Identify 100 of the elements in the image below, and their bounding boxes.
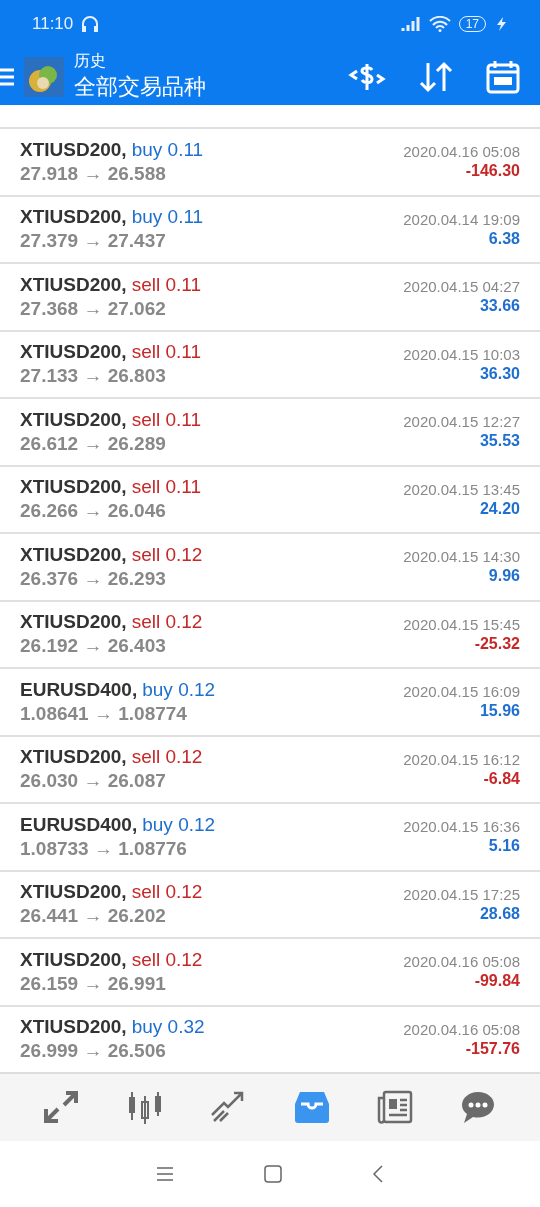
deal-profit: -157.76 bbox=[465, 1039, 520, 1058]
deal-profit: 36.30 bbox=[479, 364, 520, 383]
deal-prices: 26.612 → 26.289 bbox=[20, 432, 167, 455]
deal-row[interactable]: XTIUSD200, buy 0.11 27.379 → 27.437 2020.04.14 19:09 6.38 bbox=[0, 194, 540, 263]
deal-time: 2020.04.15 16:36 bbox=[403, 818, 520, 836]
deal-symbol: XTIUSD200, bbox=[20, 881, 127, 904]
deal-time: 2020.04.15 10:03 bbox=[403, 345, 520, 363]
deal-profit: 6.38 bbox=[488, 229, 520, 248]
wifi-icon bbox=[428, 16, 451, 32]
deal-volume: sell 0.12 bbox=[131, 543, 203, 566]
deal-symbol: XTIUSD200, bbox=[20, 273, 127, 296]
deal-time: 2020.04.16 05:08 bbox=[403, 143, 520, 161]
deal-prices: 26.030 → 26.087 bbox=[20, 770, 167, 793]
deal-prices: 26.192 → 26.403 bbox=[20, 635, 167, 658]
deal-row[interactable]: XTIUSD200, sell 0.12 26.192 → 26.403 2020.04.15 15:45 -25.32 bbox=[0, 599, 540, 668]
deal-row[interactable]: XTIUSD200, sell 0.11 26.612 → 26.289 2020.04.15 12:27 35.53 bbox=[0, 397, 540, 465]
screen-subtitle: 历史 bbox=[74, 51, 107, 72]
deal-row[interactable]: XTIUSD200, sell 0.11 27.133 → 26.803 2020.04.15 10:03 36.30 bbox=[0, 329, 540, 398]
deal-row[interactable]: XTIUSD200, buy 0.32 26.999 → 26.506 2020.04.16 05:08 -157.76 bbox=[0, 1004, 540, 1073]
deal-profit: -6.84 bbox=[483, 769, 520, 788]
deal-time: 2020.04.15 13:45 bbox=[403, 480, 520, 498]
deal-profit: 15.96 bbox=[479, 702, 520, 721]
deal-prices: 1.08733 → 1.08776 bbox=[20, 837, 188, 860]
headphones-icon bbox=[81, 15, 100, 33]
deal-time: 2020.04.15 15:45 bbox=[403, 615, 520, 633]
deal-row[interactable]: XTIUSD200, sell 0.12 26.030 → 26.087 2020.04.15 16:12 -6.84 bbox=[0, 734, 540, 803]
deal-symbol: XTIUSD200, bbox=[20, 543, 127, 566]
deal-volume: sell 0.11 bbox=[131, 341, 202, 364]
deal-symbol: EURUSD400, bbox=[20, 678, 138, 701]
deal-symbol: XTIUSD200, bbox=[20, 206, 127, 229]
deal-row[interactable]: XTIUSD200, buy 0.11 27.918 → 26.588 2020.04.16 05:08 -146.30 bbox=[0, 127, 540, 195]
deal-prices: 26.999 → 26.506 bbox=[20, 1040, 167, 1063]
deal-symbol: XTIUSD200, bbox=[20, 948, 127, 971]
deal-profit: 5.16 bbox=[488, 837, 520, 856]
deal-volume: sell 0.11 bbox=[131, 408, 202, 431]
app-logo-icon bbox=[24, 56, 64, 97]
deal-time: 2020.04.16 05:08 bbox=[403, 1020, 520, 1038]
deal-volume: sell 0.11 bbox=[131, 273, 202, 296]
deal-profit: -25.32 bbox=[474, 634, 520, 653]
deal-time: 2020.04.15 17:25 bbox=[403, 885, 520, 903]
calendar-button[interactable] bbox=[486, 59, 520, 94]
deal-volume: buy 0.11 bbox=[131, 206, 204, 229]
deal-time: 2020.04.15 12:27 bbox=[403, 413, 520, 431]
chat-bubble-icon bbox=[460, 1090, 497, 1125]
deal-symbol: EURUSD400, bbox=[20, 813, 138, 836]
deal-volume: sell 0.12 bbox=[131, 881, 203, 904]
deal-time: 2020.04.14 19:09 bbox=[403, 210, 520, 228]
deal-time: 2020.04.15 04:27 bbox=[403, 278, 520, 296]
deal-volume: buy 0.32 bbox=[131, 1016, 205, 1039]
deal-prices: 27.133 → 26.803 bbox=[20, 365, 167, 388]
deal-row[interactable]: XTIUSD200, sell 0.12 26.376 → 26.293 2020.04.15 14:30 9.96 bbox=[0, 532, 540, 600]
deal-prices: 26.159 → 26.991 bbox=[20, 972, 167, 995]
deal-profit: -99.84 bbox=[474, 972, 520, 991]
deal-row[interactable]: XTIUSD200, sell 0.11 26.266 → 26.046 2020.04.15 13:45 24.20 bbox=[0, 464, 540, 533]
deal-prices: 26.266 → 26.046 bbox=[20, 500, 167, 523]
deal-symbol: XTIUSD200, bbox=[20, 408, 127, 431]
deal-prices: 27.368 → 27.062 bbox=[20, 297, 167, 320]
deal-prices: 27.379 → 27.437 bbox=[20, 230, 167, 253]
deal-volume: sell 0.12 bbox=[131, 611, 203, 634]
deal-profit: -146.30 bbox=[465, 162, 520, 181]
newspaper-icon bbox=[376, 1090, 413, 1125]
deal-time: 2020.04.16 05:08 bbox=[403, 953, 520, 971]
candlestick-icon bbox=[127, 1090, 163, 1125]
deal-time: 2020.04.15 16:12 bbox=[403, 750, 520, 768]
deal-row[interactable]: EURUSD400, buy 0.12 1.08733 → 1.08776 2020.04.15 16:36 5.16 bbox=[0, 802, 540, 870]
deal-profit: 33.66 bbox=[479, 297, 520, 316]
deal-volume: sell 0.11 bbox=[131, 476, 202, 499]
deal-profit: 35.53 bbox=[479, 432, 520, 451]
deal-symbol: XTIUSD200, bbox=[20, 341, 127, 364]
deal-symbol: XTIUSD200, bbox=[20, 1016, 127, 1039]
inbox-icon bbox=[293, 1091, 330, 1124]
double-arrow-icon bbox=[43, 1091, 80, 1124]
deal-prices: 26.376 → 26.293 bbox=[20, 567, 167, 590]
deal-symbol: XTIUSD200, bbox=[20, 611, 127, 634]
status-time: 11:10 bbox=[32, 14, 74, 34]
deal-row[interactable]: XTIUSD200, sell 0.12 26.159 → 26.991 2020.04.16 05:08 -99.84 bbox=[0, 937, 540, 1005]
deal-volume: buy 0.12 bbox=[142, 678, 216, 701]
deal-row[interactable]: XTIUSD200, sell 0.12 26.441 → 26.202 2020.04.15 17:25 28.68 bbox=[0, 869, 540, 938]
deal-symbol: XTIUSD200, bbox=[20, 476, 127, 499]
deal-symbol: XTIUSD200, bbox=[20, 138, 127, 161]
deal-volume: buy 0.11 bbox=[131, 138, 204, 161]
back-icon[interactable] bbox=[372, 1164, 384, 1183]
deal-prices: 27.918 → 26.588 bbox=[20, 162, 167, 185]
screen-title: 全部交易品种 bbox=[74, 73, 206, 102]
signal-icon bbox=[400, 16, 421, 32]
deal-volume: buy 0.12 bbox=[142, 813, 216, 836]
deal-symbol: XTIUSD200, bbox=[20, 746, 127, 769]
home-icon[interactable] bbox=[264, 1164, 282, 1183]
deal-profit: 28.68 bbox=[479, 904, 520, 923]
sort-button[interactable] bbox=[418, 60, 454, 93]
deal-prices: 1.08641 → 1.08774 bbox=[20, 702, 188, 725]
deal-row[interactable]: EURUSD400, buy 0.12 1.08641 → 1.08774 2020.04.15 16:09 15.96 bbox=[0, 667, 540, 735]
deal-time: 2020.04.15 16:09 bbox=[403, 683, 520, 701]
deal-profit: 9.96 bbox=[488, 567, 520, 586]
deal-volume: sell 0.12 bbox=[131, 948, 203, 971]
deal-time: 2020.04.15 14:30 bbox=[403, 548, 520, 566]
deal-row[interactable]: XTIUSD200, sell 0.11 27.368 → 27.062 2020.04.15 04:27 33.66 bbox=[0, 262, 540, 330]
menu-icon[interactable] bbox=[156, 1165, 174, 1182]
deal-profit: 24.20 bbox=[479, 499, 520, 518]
deal-volume: sell 0.12 bbox=[131, 746, 203, 769]
